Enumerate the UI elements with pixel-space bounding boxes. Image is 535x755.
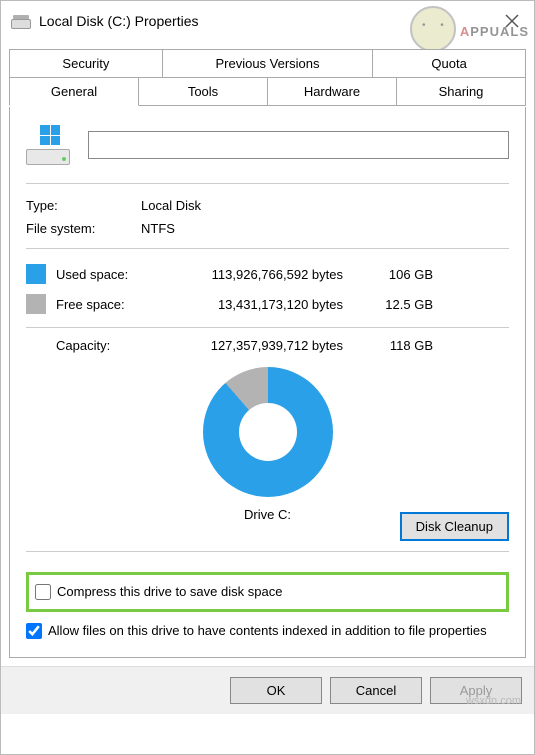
tab-panel-general: Type: Local Disk File system: NTFS Used …: [9, 107, 526, 658]
index-checkbox[interactable]: [26, 623, 42, 639]
tab-quota[interactable]: Quota: [373, 49, 526, 78]
compress-label[interactable]: Compress this drive to save disk space: [57, 583, 282, 601]
free-label: Free space:: [56, 297, 148, 312]
filesystem-label: File system:: [26, 221, 141, 236]
used-human: 106 GB: [343, 267, 433, 282]
tab-hardware[interactable]: Hardware: [268, 77, 397, 106]
ok-button[interactable]: OK: [230, 677, 322, 704]
used-swatch: [26, 264, 46, 284]
volume-icon: [26, 125, 70, 165]
tab-sharing[interactable]: Sharing: [397, 77, 526, 106]
type-label: Type:: [26, 198, 141, 213]
used-bytes: 113,926,766,592 bytes: [148, 267, 343, 282]
free-bytes: 13,431,173,120 bytes: [148, 297, 343, 312]
cancel-button[interactable]: Cancel: [330, 677, 422, 704]
window-title: Local Disk (C:) Properties: [39, 13, 199, 29]
highlight-compress: Compress this drive to save disk space: [26, 572, 509, 612]
usage-pie-chart: [203, 367, 333, 497]
capacity-label: Capacity:: [56, 338, 148, 353]
tab-general[interactable]: General: [9, 77, 139, 106]
titlebar: Local Disk (C:) Properties: [1, 1, 534, 41]
drive-icon: [11, 13, 31, 29]
type-value: Local Disk: [141, 198, 509, 213]
volume-label-input[interactable]: [88, 131, 509, 159]
index-label[interactable]: Allow files on this drive to have conten…: [48, 622, 487, 640]
free-swatch: [26, 294, 46, 314]
filesystem-value: NTFS: [141, 221, 509, 236]
dialog-button-bar: OK Cancel Apply: [1, 666, 534, 714]
used-label: Used space:: [56, 267, 148, 282]
capacity-bytes: 127,357,939,712 bytes: [148, 338, 343, 353]
tab-tools[interactable]: Tools: [139, 77, 268, 106]
tab-security[interactable]: Security: [9, 49, 163, 78]
capacity-human: 118 GB: [343, 338, 433, 353]
close-button[interactable]: [500, 9, 524, 33]
compress-checkbox[interactable]: [35, 584, 51, 600]
apply-button[interactable]: Apply: [430, 677, 522, 704]
tab-previous-versions[interactable]: Previous Versions: [163, 49, 373, 78]
drive-caption: Drive C:: [244, 507, 291, 522]
free-human: 12.5 GB: [343, 297, 433, 312]
close-icon: [505, 14, 519, 28]
